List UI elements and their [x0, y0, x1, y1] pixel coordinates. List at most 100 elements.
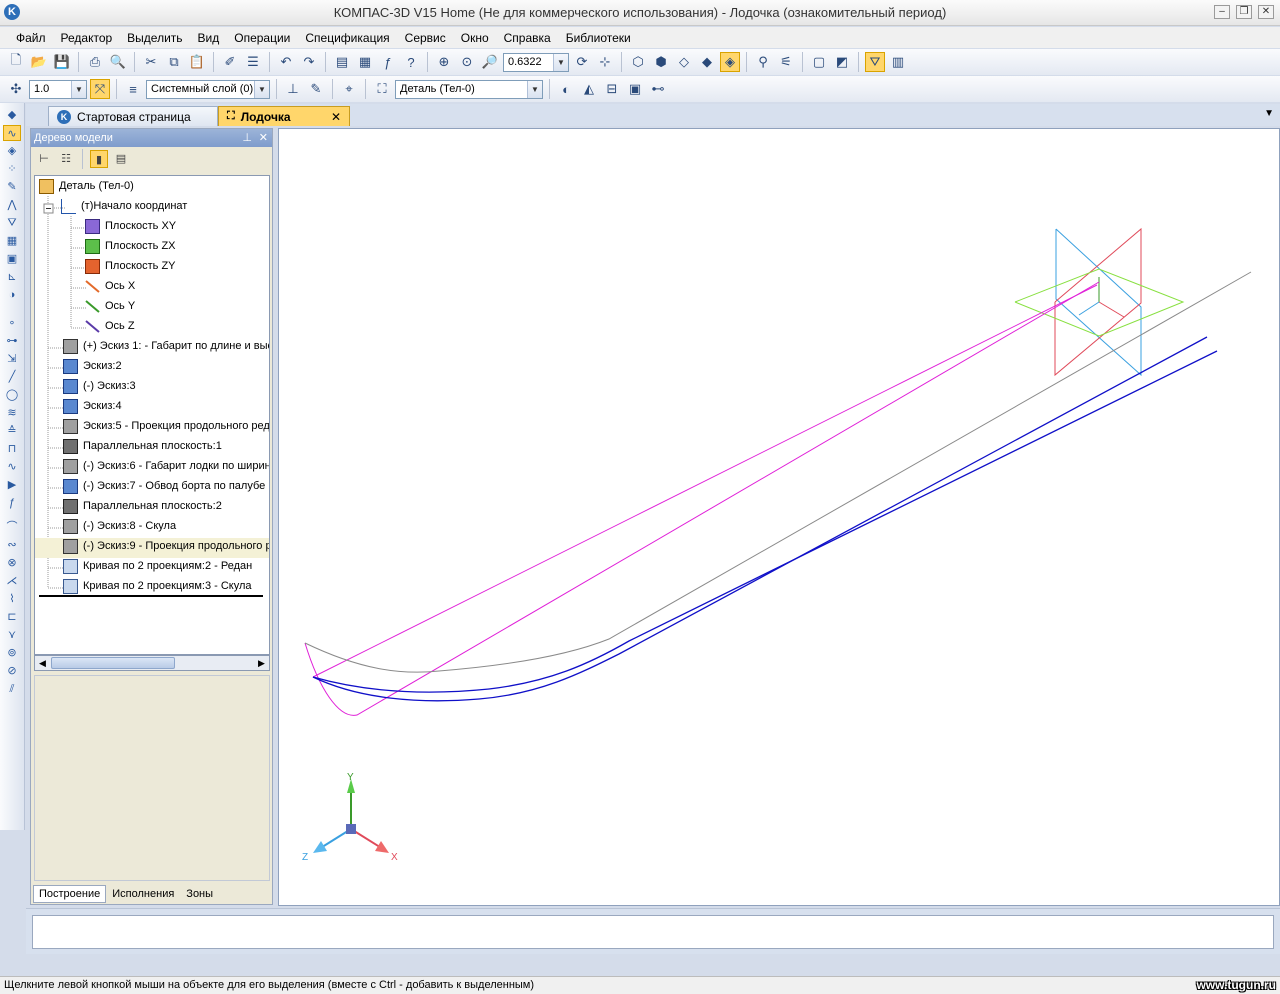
- hidden-lines-icon[interactable]: ⬢: [651, 52, 671, 72]
- scroll-right-icon[interactable]: ▶: [254, 656, 269, 670]
- intersection-curve-icon[interactable]: ⌇: [3, 591, 21, 607]
- chevron-down-icon[interactable]: ▼: [71, 80, 86, 98]
- menu-help[interactable]: Справка: [504, 31, 551, 45]
- circle-icon[interactable]: ◯: [3, 387, 21, 403]
- print-preview-icon[interactable]: 🔍: [108, 52, 128, 72]
- color-icon[interactable]: ◭: [579, 79, 599, 99]
- cut-icon[interactable]: ✂: [141, 52, 161, 72]
- layer-combo[interactable]: Системный слой (0) ▼: [146, 79, 270, 99]
- new-document-icon[interactable]: 🗋: [6, 52, 26, 72]
- dimension-icon[interactable]: ⊷: [648, 79, 668, 99]
- curve-two-projections-icon[interactable]: ⊗: [3, 555, 21, 571]
- tree-item-sketch-5[interactable]: Эскиз:5 - Проекция продольного редана: [63, 416, 269, 436]
- import-points-icon[interactable]: ⇲: [3, 351, 21, 367]
- isoline-icon[interactable]: ⊚: [3, 645, 21, 661]
- editing-icon[interactable]: ◆: [3, 107, 21, 123]
- tree-item-plane-zx[interactable]: Плоскость ZX: [85, 236, 176, 256]
- filters-icon[interactable]: ⛛: [3, 215, 21, 231]
- zoom-window-icon[interactable]: ⊕: [434, 52, 454, 72]
- tree-item-axis-x[interactable]: Ось X: [85, 276, 135, 296]
- part-combo[interactable]: Деталь (Тел-0) ▼: [395, 79, 543, 99]
- zoom-scale-icon[interactable]: 🔎: [480, 52, 500, 72]
- tree-item-parallel-plane-1[interactable]: Параллельная плоскость:1: [63, 436, 222, 456]
- menu-editor[interactable]: Редактор: [61, 31, 113, 45]
- tree-horizontal-scrollbar[interactable]: ◀ ▶: [34, 655, 270, 671]
- visibility-icon[interactable]: ◩: [832, 52, 852, 72]
- scroll-thumb[interactable]: [51, 657, 175, 669]
- silhouette-icon[interactable]: ⊘: [3, 663, 21, 679]
- trim-curve-icon[interactable]: ⫽: [3, 681, 21, 697]
- tree-item-sketch-1[interactable]: (+) Эскиз 1: - Габарит по длине и высоте: [63, 336, 269, 356]
- hide-icon[interactable]: ▢: [809, 52, 829, 72]
- offset-curve-icon[interactable]: ⊏: [3, 609, 21, 625]
- layers-icon[interactable]: ≡: [123, 79, 143, 99]
- tab-construction[interactable]: Построение: [33, 885, 107, 903]
- tree-item-curve-redan[interactable]: Кривая по 2 проекциям:2 - Редан: [63, 556, 252, 576]
- restore-button[interactable]: ❐: [1236, 5, 1252, 19]
- variables-icon[interactable]: ▦: [355, 52, 375, 72]
- tree-item-curve-skula[interactable]: Кривая по 2 проекциям:3 - Скула: [63, 576, 252, 596]
- tree-item-sketch-7[interactable]: (-) Эскиз:7 - Обвод борта по палубе: [63, 476, 265, 496]
- tab-executions[interactable]: Исполнения: [106, 885, 180, 903]
- tree-item-plane-xy[interactable]: Плоскость XY: [85, 216, 176, 236]
- point-by-curve-icon[interactable]: ⊶: [3, 333, 21, 349]
- chevron-down-icon[interactable]: ▼: [553, 53, 568, 71]
- snap-toggle-icon[interactable]: ⤧: [90, 79, 110, 99]
- dimensions-icon[interactable]: ⋀: [3, 197, 21, 213]
- zoom-all-icon[interactable]: ⊙: [457, 52, 477, 72]
- tree-item-axis-y[interactable]: Ось Y: [85, 296, 135, 316]
- manager-icon[interactable]: ▤: [332, 52, 352, 72]
- snap-point-icon[interactable]: ✣: [6, 79, 26, 99]
- open-icon[interactable]: 📂: [29, 52, 49, 72]
- tab-list-chevron-icon[interactable]: ▼: [1264, 108, 1274, 119]
- tree-item-part[interactable]: Деталь (Тел-0): [39, 176, 134, 196]
- tree-view-mode-icon[interactable]: ▮: [90, 150, 108, 168]
- section-icon[interactable]: ⚲: [753, 52, 773, 72]
- tree-item-sketch-8[interactable]: (-) Эскиз:8 - Скула: [63, 516, 176, 536]
- chevron-down-icon[interactable]: ▼: [527, 80, 542, 98]
- measure-icon[interactable]: ⚟: [776, 52, 796, 72]
- menu-file[interactable]: Файл: [16, 31, 46, 45]
- sketch-icon[interactable]: ⊥: [283, 79, 303, 99]
- curve-by-law-icon[interactable]: ▶: [3, 477, 21, 493]
- undo-icon[interactable]: ↶: [276, 52, 296, 72]
- elements-icon[interactable]: ⊾: [3, 269, 21, 285]
- menu-operations[interactable]: Операции: [234, 31, 290, 45]
- close-button[interactable]: ✕: [1258, 5, 1274, 19]
- polyline-icon[interactable]: ⊓: [3, 441, 21, 457]
- halftone-edges-icon[interactable]: ◈: [720, 52, 740, 72]
- zoom-combo[interactable]: 0.6322 ▼: [503, 52, 569, 72]
- properties-icon[interactable]: ☰: [243, 52, 263, 72]
- tree-item-sketch-2[interactable]: Эскиз:2: [63, 356, 122, 376]
- tree-item-axis-z[interactable]: Ось Z: [85, 316, 135, 336]
- close-tab-icon[interactable]: ✕: [331, 110, 341, 124]
- menu-specification[interactable]: Спецификация: [305, 31, 389, 45]
- halftone-icon[interactable]: ◆: [697, 52, 717, 72]
- tree-structure-icon[interactable]: ⊢: [35, 150, 53, 168]
- tree-item-plane-zy[interactable]: Плоскость ZY: [85, 256, 176, 276]
- projection-curve-icon[interactable]: ⋌: [3, 573, 21, 589]
- rotate-icon[interactable]: ⟳: [572, 52, 592, 72]
- model-viewport[interactable]: Y X Z: [278, 128, 1280, 906]
- tab-zones[interactable]: Зоны: [180, 885, 219, 903]
- material-icon[interactable]: ▣: [625, 79, 645, 99]
- reports-icon[interactable]: ▣: [3, 251, 21, 267]
- pin-icon[interactable]: ⊥: [242, 129, 252, 147]
- auxiliary-geometry-icon[interactable]: ✎: [3, 179, 21, 195]
- surfaces-icon[interactable]: ◈: [3, 143, 21, 159]
- tree-order-icon[interactable]: ☷: [57, 150, 75, 168]
- redo-icon[interactable]: ↷: [299, 52, 319, 72]
- tree-item-sketch-4[interactable]: Эскиз:4: [63, 396, 122, 416]
- tree-item-sketch-6[interactable]: (-) Эскиз:6 - Габарит лодки по ширине: [63, 456, 269, 476]
- save-icon[interactable]: 💾: [52, 52, 72, 72]
- copy-icon[interactable]: ⧉: [164, 52, 184, 72]
- function-icon[interactable]: ƒ: [378, 52, 398, 72]
- wireframe-icon[interactable]: ⬡: [628, 52, 648, 72]
- tree-properties-icon[interactable]: ▤: [112, 150, 130, 168]
- point-icon[interactable]: ∘: [3, 315, 21, 331]
- part-icon[interactable]: ⛶: [372, 79, 392, 99]
- parametric-icon[interactable]: ⌖: [339, 79, 359, 99]
- tree-item-parallel-plane-2[interactable]: Параллельная плоскость:2: [63, 496, 222, 516]
- tab-start-page[interactable]: K Стартовая страница: [48, 106, 218, 126]
- formula-curve-icon[interactable]: ƒ: [3, 495, 21, 511]
